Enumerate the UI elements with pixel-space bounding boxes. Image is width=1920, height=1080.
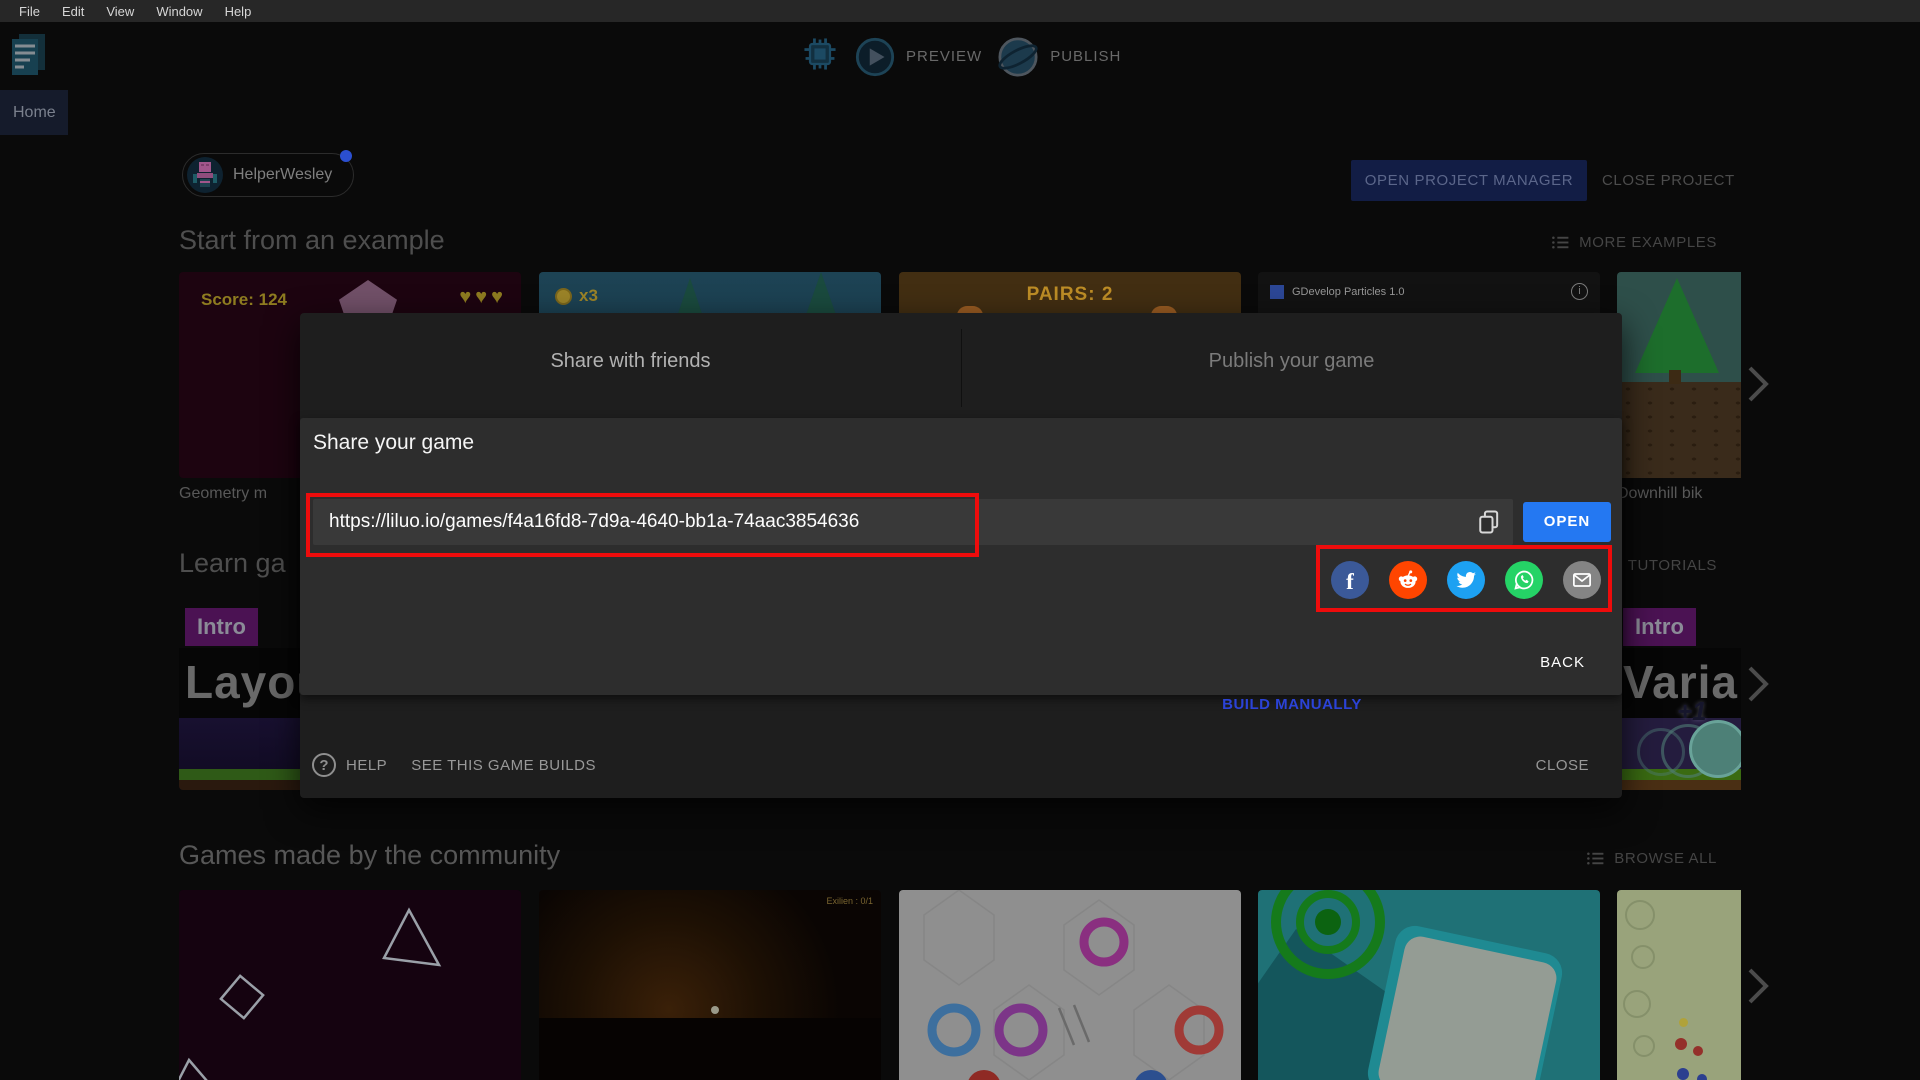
plus-one-label: +1 (1677, 696, 1707, 726)
caption-downhill: Downhill bik (1617, 485, 1703, 502)
play-icon (855, 37, 895, 76)
intro-badge: Intro (1623, 608, 1696, 646)
share-panel: Share your game OPEN f (300, 418, 1622, 695)
notification-dot (340, 150, 352, 162)
copy-icon[interactable] (1475, 508, 1503, 536)
debug-icon[interactable] (800, 34, 840, 79)
reddit-share-icon[interactable] (1389, 561, 1427, 599)
help-link[interactable]: HELP (346, 757, 387, 774)
menu-edit[interactable]: Edit (51, 4, 95, 19)
browse-all-label: BROWSE ALL (1614, 850, 1717, 867)
tree-trunk (1669, 370, 1681, 384)
preview-button[interactable]: PREVIEW (854, 36, 982, 78)
blue-dot (1697, 1074, 1707, 1080)
menu-file[interactable]: File (8, 4, 51, 19)
more-examples-label: MORE EXAMPLES (1579, 234, 1717, 251)
community-card-hex[interactable] (899, 890, 1241, 1080)
close-project-button[interactable]: CLOSE PROJECT (1602, 172, 1735, 189)
night-hud-text: Exilien : 0/1 (826, 896, 873, 906)
build-manually-link[interactable]: BUILD MANUALLY (1192, 696, 1392, 713)
learn-next-chevron[interactable] (1746, 665, 1770, 703)
dirt-ground (1617, 382, 1741, 478)
community-card-green[interactable] (1617, 890, 1741, 1080)
section-title-community: Games made by the community (179, 840, 561, 870)
back-button[interactable]: BACK (1540, 654, 1585, 671)
community-next-chevron[interactable] (1746, 967, 1770, 1005)
share-dialog: Share with friends Publish your game Sha… (300, 313, 1622, 798)
toolbar: PREVIEW PUBLISH (800, 34, 1121, 79)
game-url-input[interactable] (329, 499, 1459, 545)
blue-dot (1677, 1068, 1689, 1080)
social-share-row: f (1331, 561, 1601, 599)
avatar (187, 157, 223, 193)
open-project-manager-button[interactable]: OPEN PROJECT MANAGER (1351, 160, 1587, 201)
learn-card-variables[interactable]: +1 Intro Variab (1617, 600, 1741, 790)
tab-home[interactable]: Home (0, 90, 68, 135)
help-icon[interactable]: ? (312, 753, 336, 777)
share-panel-title: Share your game (313, 431, 475, 454)
intro-badge: Intro (185, 608, 258, 646)
publish-label: PUBLISH (1050, 48, 1122, 65)
username: HelperWesley (233, 166, 333, 183)
preview-label: PREVIEW (906, 48, 983, 65)
email-share-icon[interactable] (1563, 561, 1601, 599)
coin-icon (555, 288, 572, 305)
section-title-examples: Start from an example (179, 225, 445, 255)
list-icon (1552, 236, 1569, 249)
night-character (711, 1006, 719, 1014)
caption-geometry-monster: Geometry m (179, 485, 268, 502)
menu-bar: File Edit View Window Help (0, 0, 1920, 22)
red-dot (1675, 1038, 1687, 1050)
menu-window[interactable]: Window (145, 4, 213, 19)
game-url-field[interactable] (313, 499, 1513, 545)
section-title-learn: Learn ga (179, 548, 286, 578)
see-builds-link[interactable]: SEE THIS GAME BUILDS (411, 757, 596, 774)
particles-title: GDevelop Particles 1.0 (1292, 286, 1405, 298)
info-icon[interactable]: i (1571, 283, 1588, 300)
dialog-footer: ? HELP SEE THIS GAME BUILDS CLOSE (312, 750, 1610, 780)
close-dialog-button[interactable]: CLOSE (1536, 757, 1589, 774)
publish-button[interactable]: PUBLISH (996, 35, 1121, 79)
tab-publish-your-game[interactable]: Publish your game (961, 313, 1622, 410)
gdevelop-window: File Edit View Window Help PREVIEW PUBLI… (0, 0, 1920, 1080)
menu-view[interactable]: View (95, 4, 145, 19)
list-icon (1587, 852, 1604, 865)
tab-share-with-friends[interactable]: Share with friends (300, 313, 961, 410)
browse-all-link[interactable]: BROWSE ALL (1586, 849, 1717, 868)
pairs-title: PAIRS: 2 (1026, 284, 1114, 305)
community-row: Exilien : 0/1 (179, 890, 1741, 1080)
yellow-dot (1679, 1018, 1688, 1027)
whatsapp-share-icon[interactable] (1505, 561, 1543, 599)
examples-next-chevron[interactable] (1746, 365, 1770, 403)
menu-help[interactable]: Help (214, 4, 263, 19)
open-url-button[interactable]: OPEN (1523, 502, 1611, 542)
community-card-night[interactable]: Exilien : 0/1 (539, 890, 881, 1080)
coin-count: x3 (579, 286, 598, 305)
more-examples-link[interactable]: MORE EXAMPLES (1551, 233, 1717, 252)
tutorials-link[interactable]: TUTORIALS (1628, 557, 1717, 574)
community-card-glitch[interactable] (179, 890, 521, 1080)
score-text: Score: 124 (201, 290, 287, 309)
ghost-character (1689, 720, 1741, 778)
project-manager-icon[interactable] (10, 32, 48, 89)
example-card-downhill[interactable]: G (1617, 272, 1741, 478)
globe-icon (998, 36, 1038, 77)
twitter-share-icon[interactable] (1447, 561, 1485, 599)
red-dot (1693, 1046, 1703, 1056)
pine-tree (1635, 278, 1719, 373)
particles-logo (1270, 285, 1284, 299)
community-card-teal[interactable] (1258, 890, 1600, 1080)
facebook-share-icon[interactable]: f (1331, 561, 1369, 599)
hearts: ♥♥♥ (459, 286, 507, 308)
tab-divider (961, 329, 962, 407)
tutorials-label: TUTORIALS (1627, 557, 1717, 574)
facebook-glyph: f (1346, 568, 1354, 594)
user-chip[interactable]: HelperWesley (182, 153, 354, 197)
